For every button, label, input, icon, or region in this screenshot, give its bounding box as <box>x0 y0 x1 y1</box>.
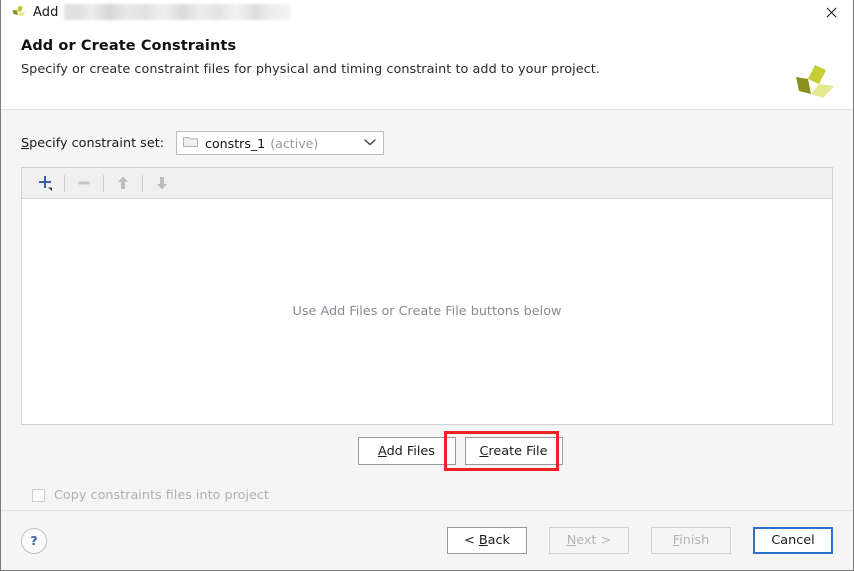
move-up-button[interactable] <box>108 170 138 196</box>
xilinx-pinwheel-logo-icon <box>791 60 837 106</box>
dialog-header: Add or Create Constraints Specify or cre… <box>1 24 853 110</box>
folder-icon <box>183 135 199 152</box>
next-button[interactable]: Next > <box>549 527 629 554</box>
toolbar-separator-3 <box>142 174 143 192</box>
page-title: Add or Create Constraints <box>21 38 237 54</box>
file-list-empty-message: Use Add Files or Create File buttons bel… <box>292 304 562 319</box>
dialog-body: Specify constraint set: constrs_1 (activ… <box>1 110 853 510</box>
cancel-button[interactable]: Cancel <box>753 527 833 554</box>
move-down-button[interactable] <box>147 170 177 196</box>
toolbar-separator-1 <box>64 174 65 192</box>
finish-button[interactable]: Finish <box>651 527 731 554</box>
help-button[interactable]: ? <box>21 527 47 554</box>
dialog-footer: ? < Back Next > Finish Cancel <box>1 510 853 570</box>
file-list-toolbar <box>22 168 832 199</box>
remove-source-button[interactable] <box>69 170 99 196</box>
wizard-navigation-buttons: < Back Next > Finish Cancel <box>447 527 833 554</box>
constraint-set-active-suffix: (active) <box>270 135 319 151</box>
add-or-create-constraints-dialog: Add Add or Create Constraints Specify or… <box>0 0 854 571</box>
file-list-area[interactable]: Use Add Files or Create File buttons bel… <box>22 199 832 424</box>
add-source-button[interactable] <box>30 170 60 196</box>
title-bar: Add <box>1 0 853 24</box>
file-action-buttons-row: Add Files Create File <box>21 431 833 471</box>
chevron-down-icon[interactable] <box>363 136 377 151</box>
page-subtitle: Specify or create constraint files for p… <box>21 62 600 77</box>
toolbar-separator-2 <box>103 174 104 192</box>
constraint-set-row: Specify constraint set: constrs_1 (activ… <box>21 128 833 158</box>
xilinx-logo-icon <box>11 4 27 20</box>
create-file-button[interactable]: Create File <box>464 437 563 465</box>
add-files-button[interactable]: Add Files <box>357 437 456 465</box>
close-icon[interactable] <box>809 0 853 24</box>
back-button[interactable]: < Back <box>447 527 527 554</box>
title-bar-label: Add <box>33 4 59 20</box>
constraint-set-label: Specify constraint set: <box>21 135 165 151</box>
constraint-set-dropdown[interactable]: constrs_1 (active) <box>176 131 385 155</box>
constraint-files-panel: Use Add Files or Create File buttons bel… <box>21 167 833 425</box>
title-bar-redacted-text <box>64 4 292 20</box>
copy-constraints-row[interactable]: Copy constraints files into project <box>21 488 833 503</box>
copy-constraints-checkbox[interactable] <box>32 489 45 502</box>
copy-constraints-label: Copy constraints files into project <box>54 488 269 503</box>
constraint-set-value: constrs_1 <box>205 135 266 151</box>
